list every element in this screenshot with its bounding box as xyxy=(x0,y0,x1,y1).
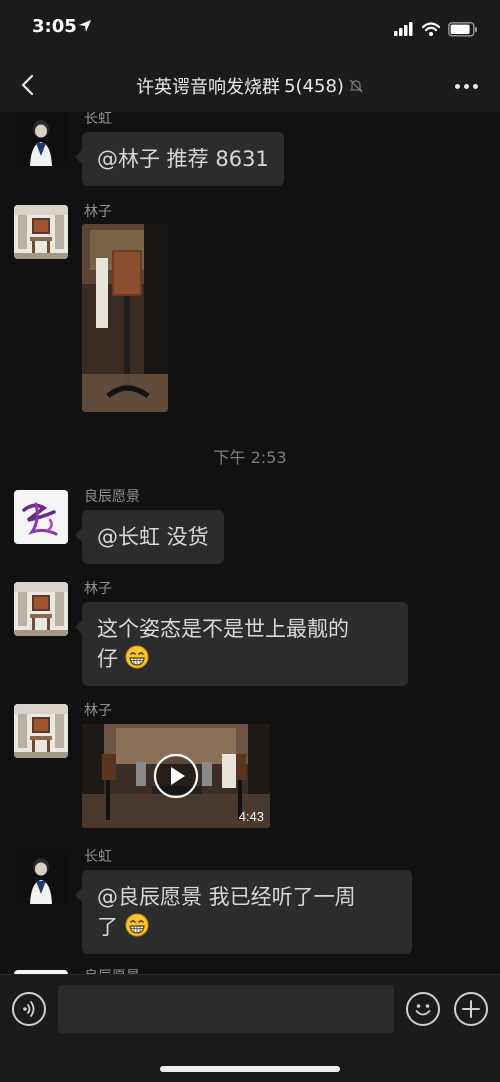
sender-avatar[interactable] xyxy=(14,205,68,259)
cellular-signal-icon xyxy=(394,22,413,36)
image-message[interactable] xyxy=(82,224,168,412)
message-bubble[interactable]: @良辰愿景 我已经听了一周 了 xyxy=(75,870,412,954)
message-bubble[interactable]: 这个姿态是不是世上最靓的 仔 xyxy=(75,602,408,686)
location-arrow-icon xyxy=(79,20,91,32)
video-duration: 4:43 xyxy=(238,809,264,824)
video-message[interactable]: 4:43 xyxy=(82,724,270,828)
voice-icon xyxy=(23,1001,35,1017)
plus-icon xyxy=(462,1000,480,1018)
mute-bell-icon xyxy=(349,79,363,93)
chat-message-list[interactable]: 长虹 @林子 推荐 8631 林子 下午 2:53 良辰愿景 @长虹 没货 林子… xyxy=(0,112,500,974)
more-actions-button[interactable] xyxy=(454,992,488,1026)
room-avatar-icon xyxy=(14,205,68,259)
message-text-line1: 这个姿态是不是世上最靓的 xyxy=(97,617,349,641)
home-indicator[interactable] xyxy=(160,1066,340,1072)
message-bubble[interactable]: @长虹 没货 xyxy=(75,510,224,564)
message-input[interactable] xyxy=(58,985,394,1033)
voice-input-button[interactable] xyxy=(12,992,46,1026)
battery-icon xyxy=(448,21,477,37)
emoji-button[interactable] xyxy=(406,992,440,1026)
status-icons xyxy=(394,20,478,38)
sender-avatar[interactable] xyxy=(14,112,68,166)
more-dot-icon xyxy=(463,83,469,89)
speaker-on-stand-photo xyxy=(82,224,168,412)
time-divider: 下午 2:53 xyxy=(213,448,287,467)
calligraphy-avatar-icon xyxy=(14,490,68,544)
status-bar: 3:05 xyxy=(0,0,500,58)
sender-name: 林子 xyxy=(84,581,112,597)
grinning-emoji-icon xyxy=(125,913,149,937)
message-text: @长虹 没货 xyxy=(97,525,209,549)
grinning-emoji-icon xyxy=(125,645,149,669)
sender-avatar[interactable] xyxy=(14,850,68,904)
person-avatar-icon xyxy=(14,850,68,904)
room-avatar-icon xyxy=(14,704,68,758)
wifi-icon xyxy=(422,22,440,36)
sender-name: 良辰愿景 xyxy=(84,966,140,974)
smiley-icon xyxy=(415,1004,431,1016)
group-name: 许英谔音响发烧群 xyxy=(136,77,281,98)
sender-name: 长虹 xyxy=(84,849,112,865)
sender-name: 林子 xyxy=(84,703,112,719)
message-text: @林子 推荐 8631 xyxy=(97,147,269,171)
chat-title: 许英谔音响发烧群 5(458) xyxy=(0,73,500,99)
sender-name: 林子 xyxy=(84,204,112,220)
message-text-line1: @良辰愿景 我已经听了一周 xyxy=(97,885,356,909)
sender-name: 长虹 xyxy=(84,112,112,127)
sender-avatar[interactable] xyxy=(14,704,68,758)
message-text-line2: 仔 xyxy=(97,647,118,671)
sender-avatar[interactable] xyxy=(14,582,68,636)
person-avatar-icon xyxy=(14,112,68,166)
chat-header: 许英谔音响发烧群 5(458) xyxy=(0,58,500,112)
sender-avatar[interactable] xyxy=(14,490,68,544)
room-avatar-icon xyxy=(14,582,68,636)
member-count: 5(458) xyxy=(284,75,344,97)
play-button-icon[interactable] xyxy=(153,753,199,799)
more-dot-icon xyxy=(454,83,460,89)
more-dot-icon xyxy=(472,83,478,89)
sender-name: 良辰愿景 xyxy=(84,489,140,505)
more-options-button[interactable] xyxy=(452,72,480,100)
status-time: 3:05 xyxy=(32,16,77,37)
message-text-line2: 了 xyxy=(97,915,118,939)
message-bubble[interactable]: @林子 推荐 8631 xyxy=(75,132,284,186)
